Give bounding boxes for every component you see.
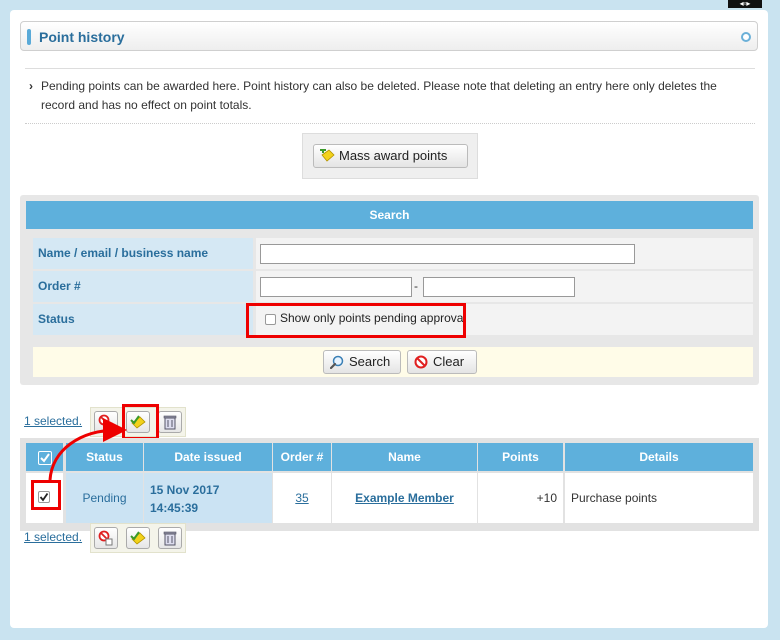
search-panel: Search Name / email / business name Orde… [20,195,759,385]
clear-button[interactable]: Clear [407,350,477,374]
chevron-right-icon: › [29,79,33,93]
select-all-header [26,443,63,471]
row-time: 14:45:39 [150,501,199,515]
row-checkbox-highlight-box [31,480,61,510]
row-name-cell: Example Member [332,473,477,523]
status-highlight-box [246,303,466,338]
search-icon [330,355,344,369]
notice-text: Pending points can be awarded here. Poin… [41,79,717,112]
point-history-table: Status Date issued Order # Name Points D… [20,438,759,531]
mass-award-container: Mass award points [302,133,478,179]
selected-count-link[interactable]: 1 selected. [24,414,82,428]
trash-icon [163,531,177,546]
reject-button-bottom[interactable] [94,527,118,549]
status-label: Status [33,304,253,335]
award-icon [320,149,335,162]
delete-button[interactable] [158,411,182,433]
trash-icon [163,415,177,430]
row-status: Pending [66,473,143,523]
delete-button-bottom[interactable] [158,527,182,549]
approve-highlight-box [122,404,159,440]
checkmark-icon [40,453,50,463]
name-row [256,238,753,269]
row-member-link[interactable]: Example Member [355,491,454,505]
select-all-checkbox[interactable] [38,451,52,465]
collapse-icon[interactable] [741,32,751,42]
search-title: Search [26,201,753,229]
row-details: Purchase points [565,473,753,523]
search-button[interactable]: Search [323,350,401,374]
row-date: 15 Nov 2017 [150,483,220,497]
main-panel: Point history › Pending points can be aw… [10,10,768,628]
name-label: Name / email / business name [33,238,253,269]
reject-button[interactable] [94,411,118,433]
selected-count-link-bottom[interactable]: 1 selected. [24,530,82,544]
name-input[interactable] [260,244,635,264]
mass-award-label: Mass award points [339,148,448,163]
column-date-issued[interactable]: Date issued [144,443,272,471]
clear-icon [414,355,428,369]
approve-button-bottom[interactable] [126,527,150,549]
info-notice: › Pending points can be awarded here. Po… [25,68,755,124]
order-to-input[interactable] [423,277,575,297]
row-date-cell: 15 Nov 2017 14:45:39 [144,473,272,523]
column-name[interactable]: Name [332,443,477,471]
order-from-input[interactable] [260,277,412,297]
reject-icon [98,530,113,546]
order-label: Order # [33,271,253,302]
row-order-link[interactable]: 35 [295,491,308,505]
order-separator: - [414,279,418,293]
column-status[interactable]: Status [66,443,143,471]
column-details[interactable]: Details [565,443,753,471]
header-accent-bar [27,29,31,45]
column-points[interactable]: Points [478,443,563,471]
clear-button-label: Clear [433,354,465,369]
window-resize-badge[interactable]: ◂▫▸ [728,0,762,8]
search-button-label: Search [349,354,391,369]
row-points: +10 [478,473,563,523]
bulk-action-group-bottom [90,523,186,553]
search-actions: Search Clear [33,347,753,377]
column-order[interactable]: Order # [273,443,331,471]
reject-icon [98,414,113,430]
mass-award-button[interactable]: Mass award points [313,144,468,168]
section-header: Point history [20,21,758,51]
page-title: Point history [39,29,125,45]
order-row: - [256,271,753,302]
row-order-cell: 35 [273,473,331,523]
approve-icon [130,531,146,545]
